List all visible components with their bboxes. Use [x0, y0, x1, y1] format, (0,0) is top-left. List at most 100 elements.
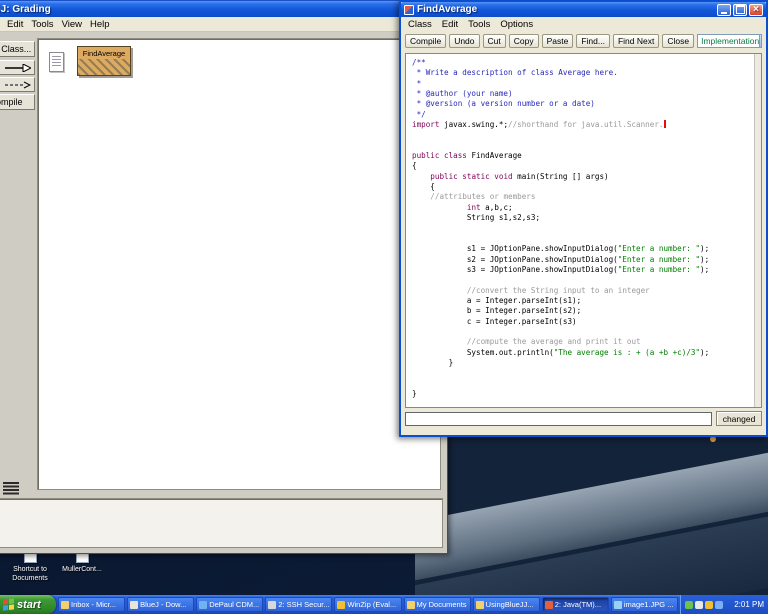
toolbar-find-button[interactable]: Find... — [576, 34, 610, 48]
code-line: s3 = JOptionPane.showInputDialog("Enter … — [412, 264, 710, 274]
new-class-button[interactable]: New Class... — [0, 41, 35, 57]
close-button[interactable] — [749, 3, 763, 16]
code-line: */ — [412, 109, 426, 119]
task-button-depaul-cdm[interactable]: DePaul CDM... — [196, 597, 264, 612]
editor-message-field[interactable] — [405, 411, 712, 426]
menu-class[interactable]: Class — [403, 18, 437, 31]
code-line: * Write a description of class Average h… — [412, 68, 618, 78]
menu-options[interactable]: Options — [495, 18, 538, 31]
menu-edit[interactable]: Edit — [437, 18, 463, 31]
code-line: //attributes or members — [430, 192, 536, 202]
main-window-title: BlueJ: Grading — [0, 3, 51, 15]
class-findaverage[interactable]: FindAverage — [77, 46, 131, 76]
task-button-2-java-tm[interactable]: 2: Java(TM)... — [541, 597, 609, 612]
task-app-icon — [337, 600, 346, 609]
toolbar-buttons: Compile Undo Cut Copy Paste Find... Find Next C… — [405, 34, 695, 48]
toolbar-undo-button[interactable]: Undo — [449, 34, 480, 48]
chevron-down-icon[interactable]: ▼ — [759, 35, 762, 47]
tray-icon[interactable] — [685, 600, 693, 609]
task-app-icon — [544, 600, 553, 609]
tray-icon[interactable] — [695, 600, 703, 609]
inherit-arrow-icon — [5, 63, 31, 72]
task-button-inbox-micr[interactable]: Inbox - Micr... — [58, 597, 126, 612]
view-selector[interactable]: Implementation ▼ — [697, 34, 762, 48]
bluej-main-window: BlueJ: Grading EditToolsViewHelp New Cla… — [0, 0, 448, 554]
text-cursor — [664, 120, 667, 129]
task-app-icon — [61, 600, 69, 609]
project-notes-icon[interactable] — [49, 52, 64, 72]
minimize-button[interactable] — [717, 3, 731, 16]
code-line: import javax.swing.*;//shorthand for jav… — [412, 120, 753, 130]
task-label: 2: Java(TM)... — [554, 600, 602, 609]
code-lines: /** * Write a description of class Avera… — [412, 58, 753, 399]
task-button-winzip-eval[interactable]: WinZip (Eval... — [334, 597, 402, 612]
toolbar-close-button[interactable]: Close — [662, 34, 695, 48]
menu-view[interactable]: View — [58, 19, 86, 30]
tray-icon[interactable] — [715, 600, 723, 609]
toolbar-compile-button[interactable]: Compile — [405, 34, 447, 48]
toolbar-cut-button[interactable]: Cut — [482, 34, 506, 48]
menu-tools[interactable]: Tools — [463, 18, 495, 31]
task-app-icon — [475, 600, 484, 609]
code-line: //compute the average and print it out — [466, 337, 641, 347]
task-buttons: Inbox - Micr... BlueJ - Dow... DePaul CDM.… — [56, 595, 680, 614]
code-line: /** — [412, 58, 426, 67]
wallpaper-photo — [415, 428, 768, 595]
task-button-image1-jpg[interactable]: image1.JPG ... — [610, 597, 678, 612]
tray-icon[interactable] — [705, 600, 713, 609]
view-selector-value: Implementation — [701, 36, 760, 46]
editor-window: FindAverage ClassEditToolsOptions Compil… — [399, 0, 768, 437]
code-line: } — [412, 389, 417, 398]
compile-button[interactable]: Compile — [0, 94, 35, 110]
toolbar-paste-button[interactable]: Paste — [541, 34, 574, 48]
task-label: UsingBlueJJ... — [485, 600, 534, 609]
menu-edit[interactable]: Edit — [3, 19, 27, 30]
start-button[interactable]: start — [0, 595, 56, 614]
bluej-icon — [404, 4, 414, 15]
desktop-icon-label: MullerCont... — [62, 566, 102, 573]
code-line: { — [412, 182, 435, 192]
menu-help[interactable]: Help — [86, 19, 114, 30]
windows-logo-icon — [3, 598, 14, 611]
task-label: 2: SSH Secur... — [278, 600, 330, 609]
task-button-my-documents[interactable]: My Documents — [403, 597, 471, 612]
code-line: } — [412, 357, 454, 367]
code-line: * — [412, 78, 426, 88]
tray-icons — [685, 600, 723, 609]
code-line: * @version (a version number or a date) — [412, 99, 595, 109]
main-menubar: Edit Tools View Help — [0, 17, 447, 32]
code-line: c = Integer.parseInt(s3) — [412, 316, 577, 326]
maximize-button[interactable] — [733, 3, 747, 16]
main-titlebar[interactable]: BlueJ: Grading — [0, 1, 447, 17]
code-line: System.out.println("The average is : + (… — [412, 347, 710, 357]
editor-toolbar: Compile Undo Cut Copy Paste Find... Find Next C… — [401, 31, 766, 51]
code-line: * @author (your name) — [412, 89, 513, 99]
inheritance-arrow-button[interactable] — [0, 60, 35, 75]
task-label: BlueJ - Dow... — [140, 600, 187, 609]
code-line: //convert the String input to an integer — [466, 285, 650, 295]
desktop-icon-label: Shortcut to — [13, 566, 47, 573]
menu-tools[interactable]: Tools — [27, 19, 57, 30]
task-button-bluej-dow[interactable]: BlueJ - Dow... — [127, 597, 195, 612]
code-line: int a,b,c; — [466, 202, 513, 212]
editor-menubar: Class Edit Tools Options — [401, 17, 766, 31]
task-button-usingbluejj[interactable]: UsingBlueJJ... — [472, 597, 540, 612]
object-bench[interactable] — [0, 498, 443, 548]
vertical-scrollbar[interactable] — [754, 54, 761, 407]
task-label: WinZip (Eval... — [347, 600, 397, 609]
desktop: Shortcut to Documents MullerCont... Blue… — [0, 0, 768, 614]
clock: 2:01 PM — [734, 600, 764, 609]
code-line: public class FindAverage — [412, 151, 522, 161]
editor-titlebar[interactable]: FindAverage — [401, 2, 766, 17]
toolbar-find-next-button[interactable]: Find Next — [612, 34, 660, 48]
task-button-2-ssh-secur[interactable]: 2: SSH Secur... — [265, 597, 333, 612]
toolbar-copy-button[interactable]: Copy — [508, 34, 539, 48]
start-label: start — [17, 598, 41, 611]
code-editor[interactable]: /** * Write a description of class Avera… — [405, 53, 762, 408]
uses-arrow-button[interactable] — [0, 77, 35, 92]
task-app-icon — [130, 600, 139, 609]
